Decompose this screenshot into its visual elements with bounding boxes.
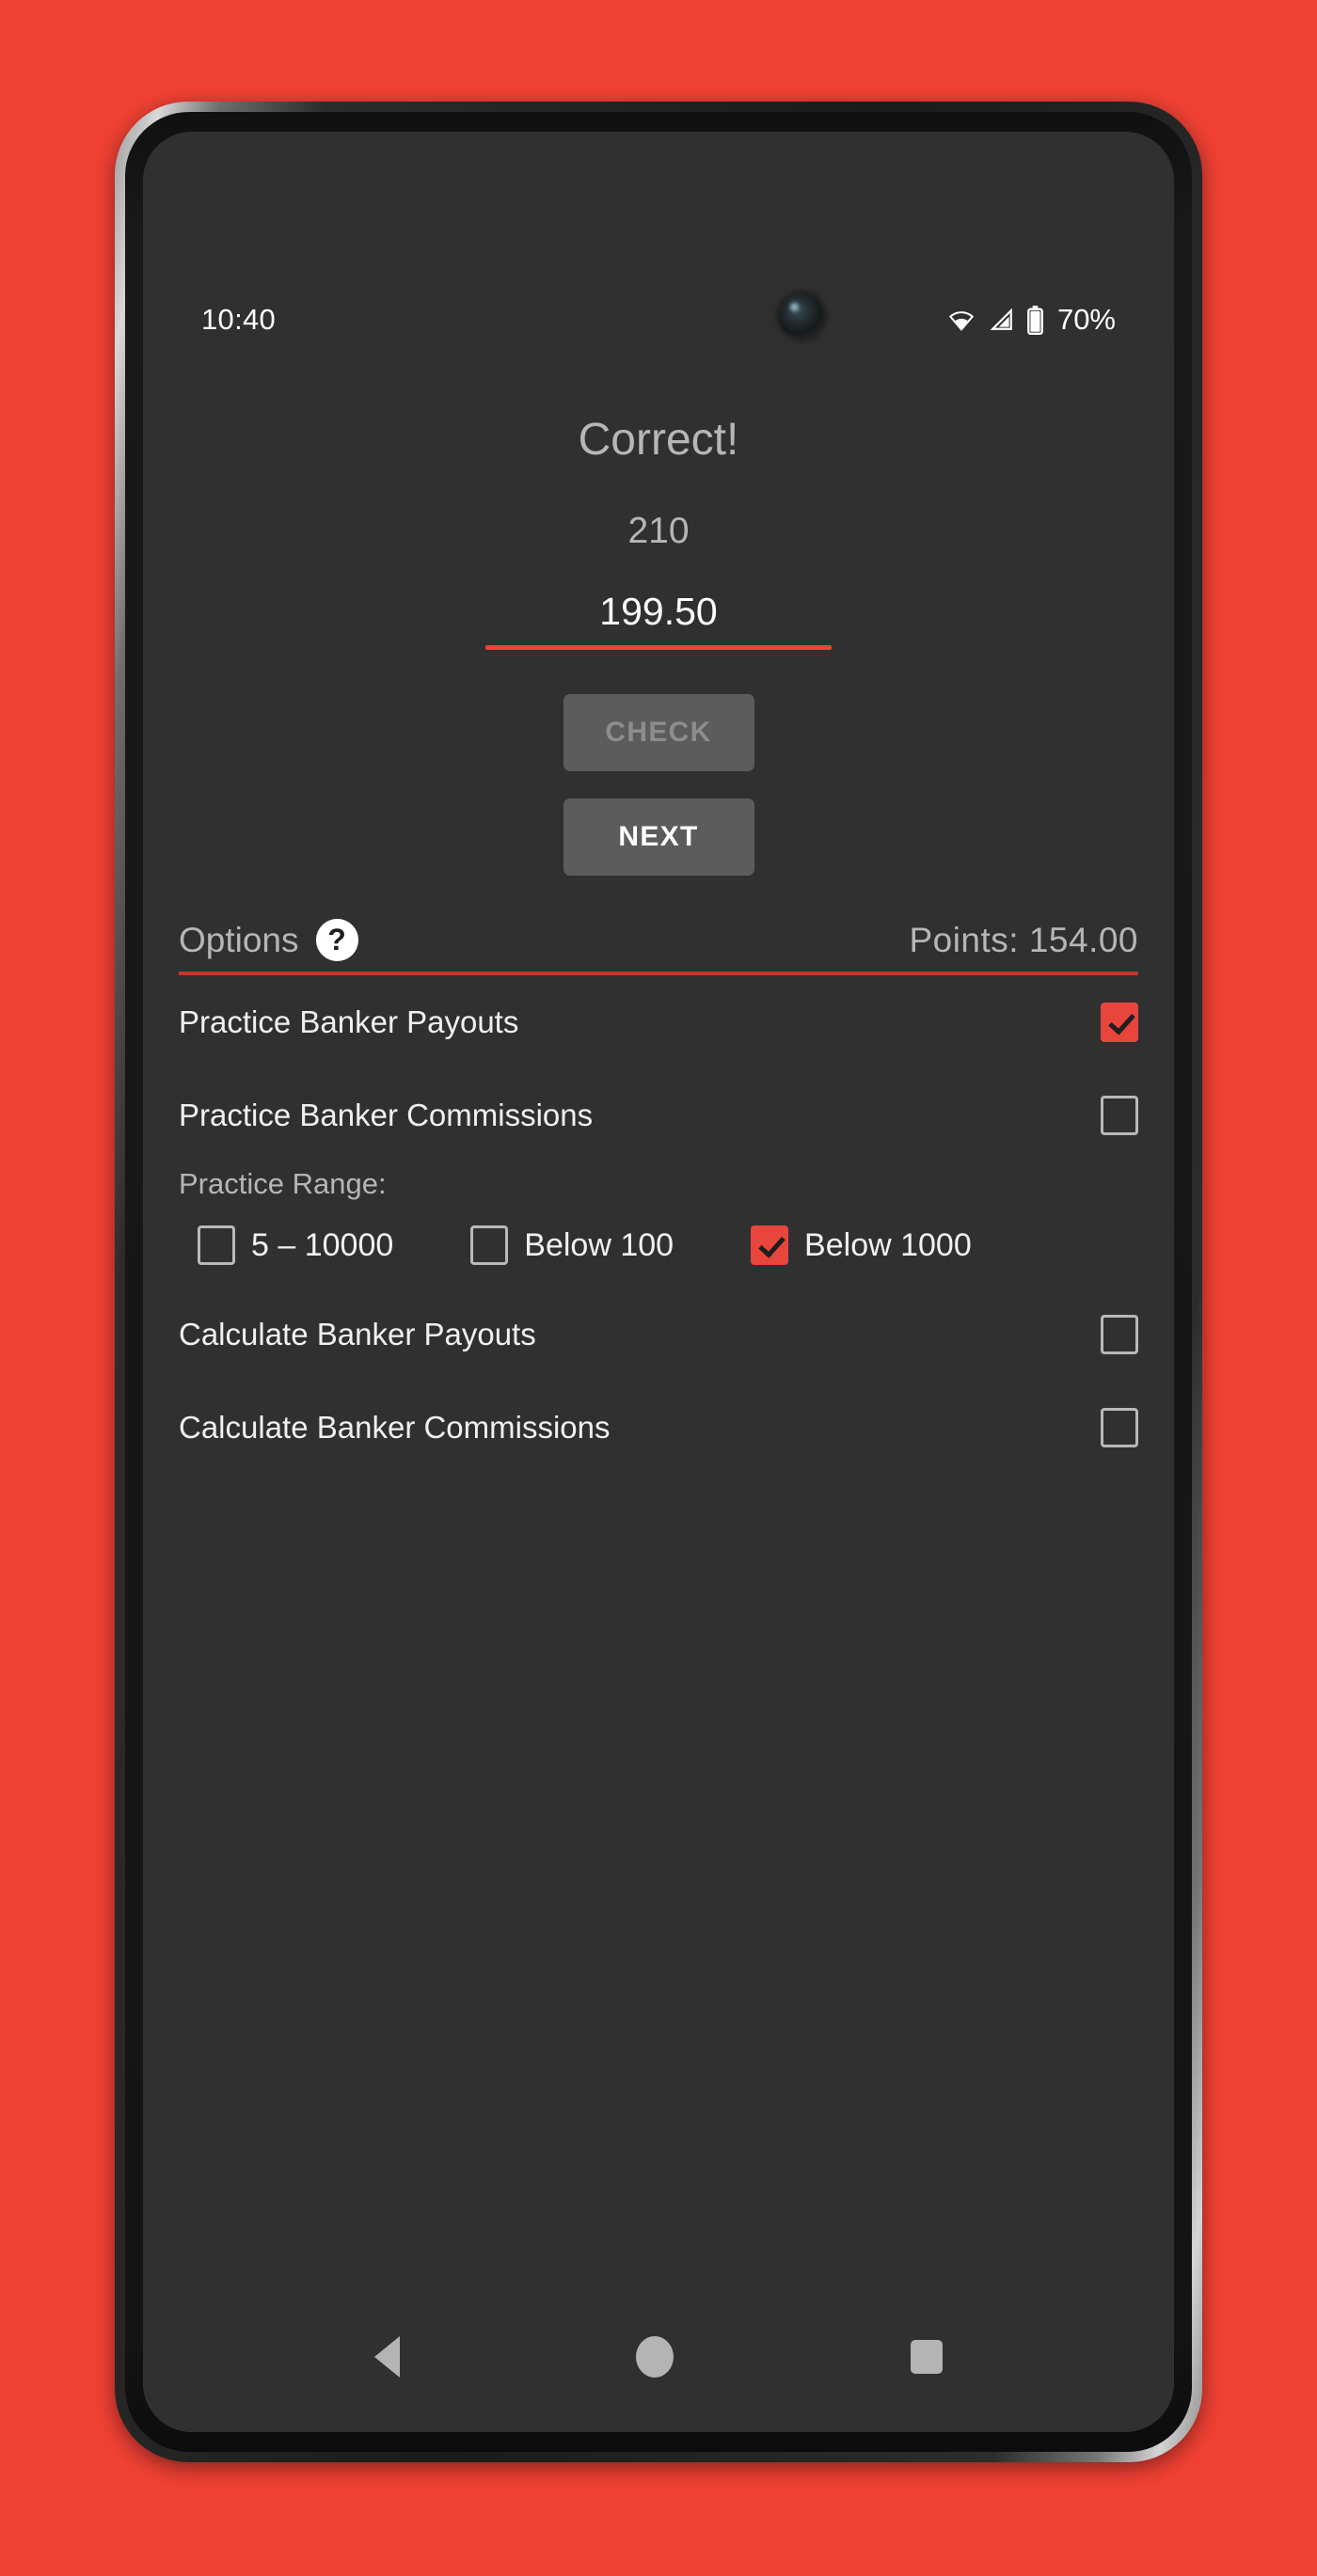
answer-field: [485, 590, 832, 650]
option-row-calculate-banker-payouts[interactable]: Calculate Banker Payouts: [179, 1288, 1138, 1381]
checkbox-practice-banker-commissions[interactable]: [1101, 1095, 1138, 1135]
option-label: Practice Banker Payouts: [179, 1004, 519, 1039]
range-option-label: Below 1000: [804, 1226, 972, 1263]
range-option-below-1000[interactable]: Below 1000: [751, 1225, 972, 1265]
options-header-left: Options ?: [179, 919, 358, 961]
checkbox-range-below-100[interactable]: [470, 1225, 509, 1265]
target-value: 210: [627, 511, 690, 551]
app-content: Correct! 210 CHECK NEXT Options ? Points…: [143, 346, 1174, 2432]
option-label: Calculate Banker Payouts: [179, 1316, 536, 1351]
status-bar-icons: 70%: [945, 303, 1116, 337]
check-button[interactable]: CHECK: [563, 694, 754, 771]
help-icon[interactable]: ?: [315, 919, 358, 961]
next-button[interactable]: NEXT: [563, 798, 754, 876]
range-option-label: 5 – 10000: [251, 1226, 394, 1263]
practice-range-options: 5 – 10000 Below 100 Below 1000: [179, 1225, 1138, 1265]
status-bar-clock: 10:40: [201, 303, 277, 336]
range-option-5-10000[interactable]: 5 – 10000: [198, 1225, 393, 1265]
front-camera-icon: [779, 293, 824, 339]
wifi-icon: [948, 311, 975, 331]
option-row-practice-banker-payouts[interactable]: Practice Banker Payouts: [179, 975, 1138, 1068]
checkbox-calculate-banker-payouts[interactable]: [1101, 1314, 1138, 1354]
range-option-label: Below 100: [524, 1226, 674, 1263]
cellular-signal-icon: [990, 308, 1012, 330]
result-heading: Correct!: [578, 415, 739, 465]
nav-back-icon[interactable]: [373, 2336, 400, 2378]
answer-input[interactable]: [485, 590, 832, 645]
status-bar: 10:40 70%: [143, 293, 1174, 346]
option-row-calculate-banker-commissions[interactable]: Calculate Banker Commissions: [179, 1381, 1138, 1474]
option-label: Practice Banker Commissions: [179, 1097, 594, 1132]
option-label: Calculate Banker Commissions: [179, 1409, 611, 1445]
android-navigation-bar: [143, 2282, 1174, 2432]
checkbox-practice-banker-payouts[interactable]: [1101, 1002, 1138, 1042]
checkbox-range-below-1000[interactable]: [751, 1225, 789, 1265]
battery-percent-label: 70%: [1056, 303, 1116, 336]
checkbox-calculate-banker-commissions[interactable]: [1101, 1407, 1138, 1447]
phone-screen: 10:40 70% Correct! 210 CHECK: [143, 132, 1174, 2432]
battery-icon: [1027, 305, 1043, 335]
range-option-below-100[interactable]: Below 100: [470, 1225, 674, 1265]
nav-home-icon[interactable]: [636, 2336, 674, 2378]
options-header: Options ? Points: 154.00: [179, 919, 1138, 975]
answer-input-underline: [485, 645, 832, 650]
options-label: Options: [179, 920, 299, 959]
checkbox-range-5-10000[interactable]: [198, 1225, 235, 1265]
nav-recents-icon[interactable]: [911, 2340, 944, 2374]
option-row-practice-banker-commissions[interactable]: Practice Banker Commissions: [179, 1068, 1138, 1162]
practice-range-label: Practice Range:: [179, 1167, 387, 1200]
points-display: Points: 154.00: [909, 920, 1138, 959]
